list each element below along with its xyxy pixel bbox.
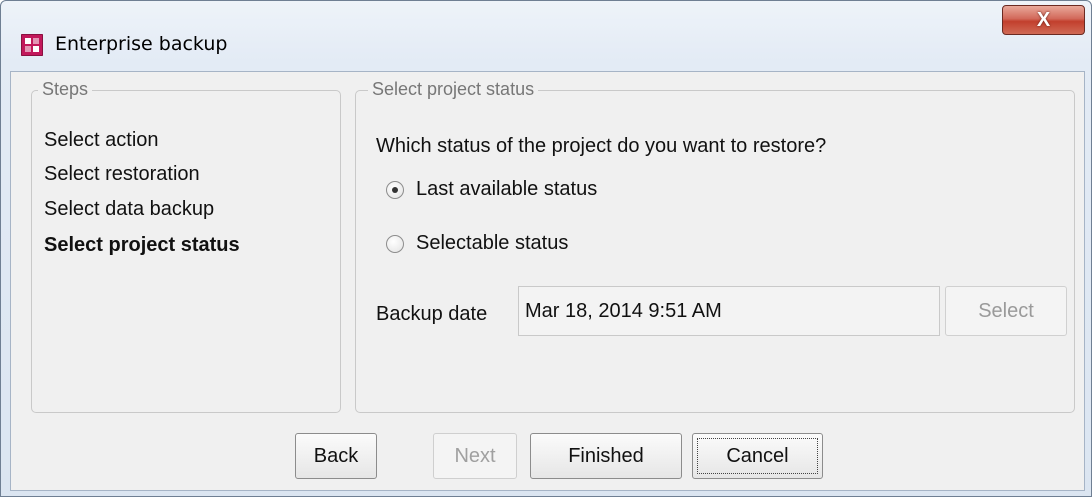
cancel-button[interactable]: Cancel	[692, 433, 823, 479]
select-date-button[interactable]: Select	[945, 286, 1067, 336]
close-button[interactable]: X	[1002, 5, 1085, 35]
back-button[interactable]: Back	[295, 433, 377, 479]
step-select-restoration: Select restoration	[44, 163, 200, 185]
finished-button[interactable]: Finished	[530, 433, 682, 479]
project-status-panel: Select project status Which status of th…	[355, 79, 1075, 413]
step-select-data-backup: Select data backup	[44, 198, 215, 220]
option-selectable-status[interactable]: Selectable status	[386, 232, 568, 255]
project-status-legend: Select project status	[368, 79, 539, 100]
close-icon: X	[1036, 8, 1051, 31]
backup-date-label: Backup date	[376, 303, 488, 325]
radio-button[interactable]	[386, 234, 404, 253]
app-logo-icon	[21, 34, 43, 56]
option-last-available-label: Last available status	[416, 178, 598, 200]
next-button[interactable]: Next	[433, 433, 517, 479]
restore-question: Which status of the project do you want …	[376, 135, 827, 157]
dialog-window: Enterprise backup X Steps Select action …	[0, 0, 1092, 497]
step-select-project-status: Select project status	[44, 234, 240, 256]
backup-date-field[interactable]: Mar 18, 2014 9:51 AM	[518, 286, 940, 336]
title-bar[interactable]: Enterprise backup X	[1, 1, 1091, 81]
steps-panel: Steps Select action Select restoration S…	[31, 79, 341, 413]
option-selectable-label: Selectable status	[416, 232, 569, 254]
steps-legend: Steps	[38, 79, 93, 100]
radio-dot-icon	[392, 186, 398, 193]
option-last-available-status[interactable]: Last available status	[386, 178, 597, 201]
dialog-content: Steps Select action Select restoration S…	[10, 71, 1085, 491]
window-title: Enterprise backup	[55, 33, 228, 55]
radio-button-selected[interactable]	[386, 180, 404, 199]
step-select-action: Select action	[44, 129, 159, 151]
